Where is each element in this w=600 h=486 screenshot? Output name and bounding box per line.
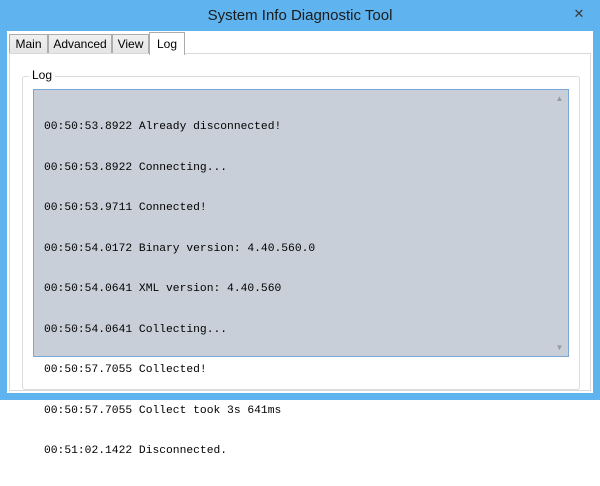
log-line: 00:50:57.7055 Collected! [44,364,207,376]
tab-advanced[interactable]: Advanced [48,34,112,53]
log-line: 00:50:53.8922 Already disconnected! [44,121,282,133]
log-line: 00:50:54.0641 XML version: 4.40.560 [44,283,282,295]
tab-view[interactable]: View [112,34,149,53]
tab-page-log: Log 00:50:53.8922 Already disconnected! … [9,53,591,457]
tab-main[interactable]: Main [9,34,48,53]
window-title: System Info Diagnostic Tool [207,7,393,24]
scroll-down-arrow-icon[interactable]: ▼ [551,339,568,356]
title-bar[interactable]: System Info Diagnostic Tool ✕ [0,0,600,31]
log-line: 00:50:53.9711 Connected! [44,202,207,214]
log-line: 00:50:54.0172 Binary version: 4.40.560.0 [44,242,316,255]
tab-log[interactable]: Log [149,32,185,55]
close-icon: ✕ [573,6,585,21]
log-line: 00:51:02.1422 Disconnected. [44,445,228,457]
log-line: 00:50:54.0641 Collecting... [44,323,228,336]
app-window: System Info Diagnostic Tool ✕ Main Advan… [0,0,600,457]
log-line: 00:50:57.7055 Collect took 3s 641ms [44,404,282,417]
scroll-up-arrow-icon[interactable]: ▲ [551,90,568,107]
log-lines: 00:50:53.8922 Already disconnected! 00:5… [44,94,550,486]
client-area: Main Advanced View Log Log 00:50:53.8922… [7,31,593,457]
log-line: 00:50:53.8922 Connecting... [44,161,228,174]
log-groupbox: Log 00:50:53.8922 Already disconnected! … [22,68,580,457]
vertical-scrollbar[interactable]: ▲ ▼ [551,90,568,356]
log-textbox[interactable]: 00:50:53.8922 Already disconnected! 00:5… [33,89,569,457]
close-button[interactable]: ✕ [565,2,593,26]
log-group-label: Log [29,68,56,82]
